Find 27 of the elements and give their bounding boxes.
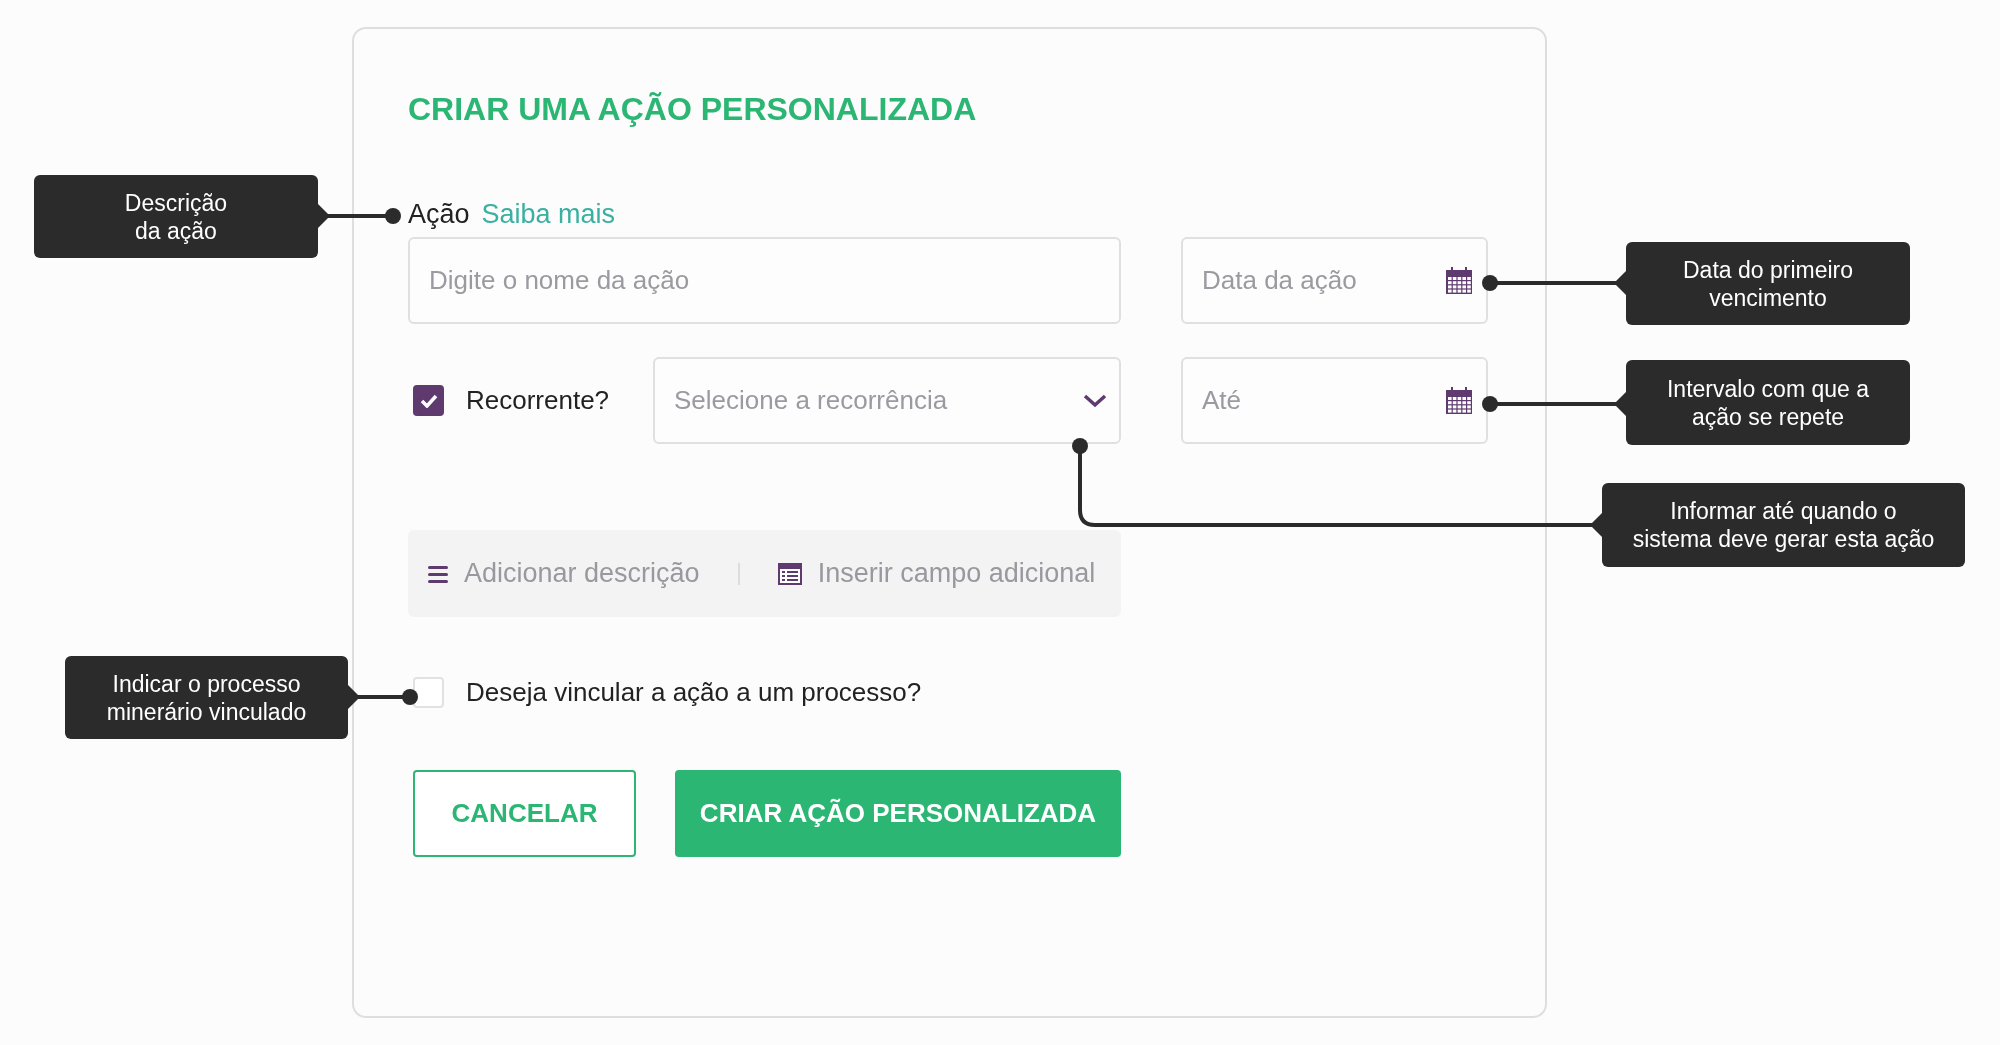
- checkbox-label: Recorrente?: [466, 385, 610, 416]
- form-icon: [777, 562, 802, 585]
- menu-lines-icon: [428, 564, 448, 583]
- chevron-down-icon: [1083, 393, 1107, 408]
- field-label: Ação: [408, 198, 470, 230]
- calendar-icon[interactable]: [1444, 265, 1474, 296]
- callout: Data do primeiro vencimento: [1626, 242, 1910, 325]
- calendar-icon[interactable]: [1444, 385, 1474, 416]
- cancel-button[interactable]: CANCELAR: [413, 770, 636, 857]
- create-button[interactable]: CRIAR AÇÃO PERSONALIZADA: [675, 770, 1121, 857]
- action-name-field[interactable]: Digite o nome da ação: [408, 237, 1121, 324]
- date-field[interactable]: Data da ação: [1181, 237, 1488, 324]
- callout: Indicar o processo minerário vinculado: [65, 656, 348, 739]
- form-title: CRIAR UMA AÇÃO PERSONALIZADA: [408, 90, 978, 129]
- until-date-field[interactable]: Até: [1181, 357, 1488, 444]
- checkbox-label: Deseja vincular a ação a um processo?: [466, 677, 922, 708]
- callout: Descrição da ação: [34, 175, 318, 258]
- toolbar-button[interactable]: Adicionar descrição: [428, 558, 700, 589]
- callout: Intervalo com que a ação se repete: [1626, 360, 1910, 445]
- toolbar-button[interactable]: Inserir campo adicional: [777, 558, 1096, 589]
- callout: Informar até quando o sistema deve gerar esta ação: [1602, 483, 1965, 567]
- learn-more-link[interactable]: Saiba mais: [481, 198, 616, 230]
- recurrent-checkbox[interactable]: [413, 385, 444, 416]
- process-checkbox[interactable]: [413, 677, 444, 708]
- leader-line: [348, 685, 418, 709]
- recurrence-select[interactable]: Selecione a recorrência: [653, 357, 1121, 444]
- check-icon: [419, 393, 438, 408]
